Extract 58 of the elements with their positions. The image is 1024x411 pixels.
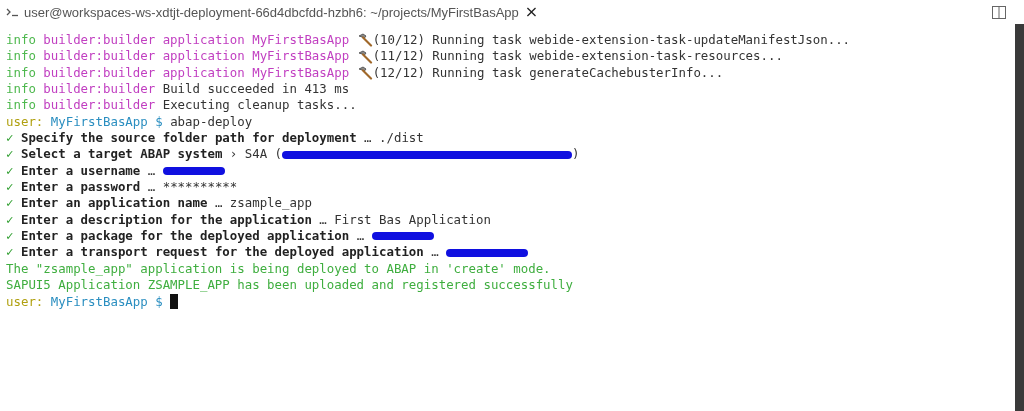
- scrollbar[interactable]: [1015, 24, 1024, 411]
- hammer-icon: [356, 65, 373, 80]
- output-text: (10/12) Running task webide-extension-task-updateManifestJson...: [372, 32, 851, 49]
- log-level-text: info: [6, 32, 36, 49]
- hammer-icon: [356, 49, 373, 64]
- prompt-user-text: user:: [6, 113, 44, 131]
- check-mark: ✓: [6, 146, 14, 163]
- output-text: …: [147, 162, 157, 180]
- log-level-text: info: [6, 97, 36, 114]
- log-source-text: builder:builder: [42, 81, 157, 98]
- output-text: … ./dist: [364, 130, 424, 147]
- success-message: The "zsample_app" application is being deployed to ABAP in 'create' mode.: [6, 260, 551, 278]
- check-mark: ✓: [6, 195, 14, 212]
- log-level-text: info: [6, 81, 36, 98]
- output-text: Build succeeded in 413 ms: [162, 81, 350, 98]
- output-text: … **********: [147, 179, 238, 196]
- split-editor-icon[interactable]: [992, 5, 1006, 19]
- log-level-text: info: [6, 48, 36, 65]
- output-text: … zsample_app: [214, 195, 312, 212]
- output-text: ): [572, 146, 580, 163]
- question-text: Specify the source folder path for deployment: [19, 130, 358, 147]
- question-text: Select a target ABAP system: [19, 146, 224, 163]
- output-text: › S4A (: [229, 146, 283, 163]
- output-text: …: [356, 228, 366, 245]
- terminal-icon: [6, 7, 20, 17]
- question-text: Enter a username: [19, 162, 142, 180]
- question-text: Enter a package for the deployed application: [19, 228, 351, 245]
- output-text: (11/12) Running task webide-extension-task-resources...: [372, 48, 783, 65]
- log-source-text: builder:builder application MyFirstBasApp: [42, 64, 351, 82]
- prompt-path-text: MyFirstBasApp $: [49, 113, 164, 131]
- log-level-text: info: [6, 64, 36, 82]
- check-mark: ✓: [6, 179, 14, 196]
- output-text: Executing cleanup tasks...: [162, 97, 357, 114]
- redaction-mark: [162, 166, 225, 175]
- output-text: … First Bas Application: [319, 211, 491, 229]
- redaction-mark: [371, 232, 434, 241]
- close-button[interactable]: ×: [522, 4, 541, 20]
- log-source-text: builder:builder: [42, 97, 157, 114]
- check-mark: ✓: [6, 162, 14, 180]
- question-text: Enter a transport request for the deployed application: [19, 244, 425, 261]
- question-text: Enter an application name: [19, 195, 209, 212]
- prompt-user-text: user:: [6, 293, 44, 310]
- hammer-icon: [356, 33, 373, 48]
- text-cursor: [170, 294, 179, 310]
- log-source-text: builder:builder application MyFirstBasApp: [42, 48, 351, 65]
- success-message: SAPUI5 Application ZSAMPLE_APP has been uploaded and registered successfully: [6, 277, 573, 294]
- check-mark: ✓: [6, 228, 14, 245]
- check-mark: ✓: [6, 211, 14, 229]
- output-text: (12/12) Running task generateCachebusterInfo...: [372, 64, 724, 82]
- prompt-path-text: MyFirstBasApp $: [49, 293, 164, 310]
- output-text: …: [431, 244, 440, 261]
- terminal-title: user@workspaces-ws-xdtjt-deployment-66d4dbcfdd-hzbh6: ~/projects/MyFirstBasApp: [24, 4, 519, 20]
- question-text: Enter a password: [19, 179, 142, 196]
- log-source-text: builder:builder application MyFirstBasApp: [42, 32, 351, 49]
- check-mark: ✓: [6, 244, 14, 261]
- check-mark: ✓: [6, 130, 14, 147]
- output-text: abap-deploy: [170, 113, 253, 131]
- question-text: Enter a description for the application: [19, 211, 313, 229]
